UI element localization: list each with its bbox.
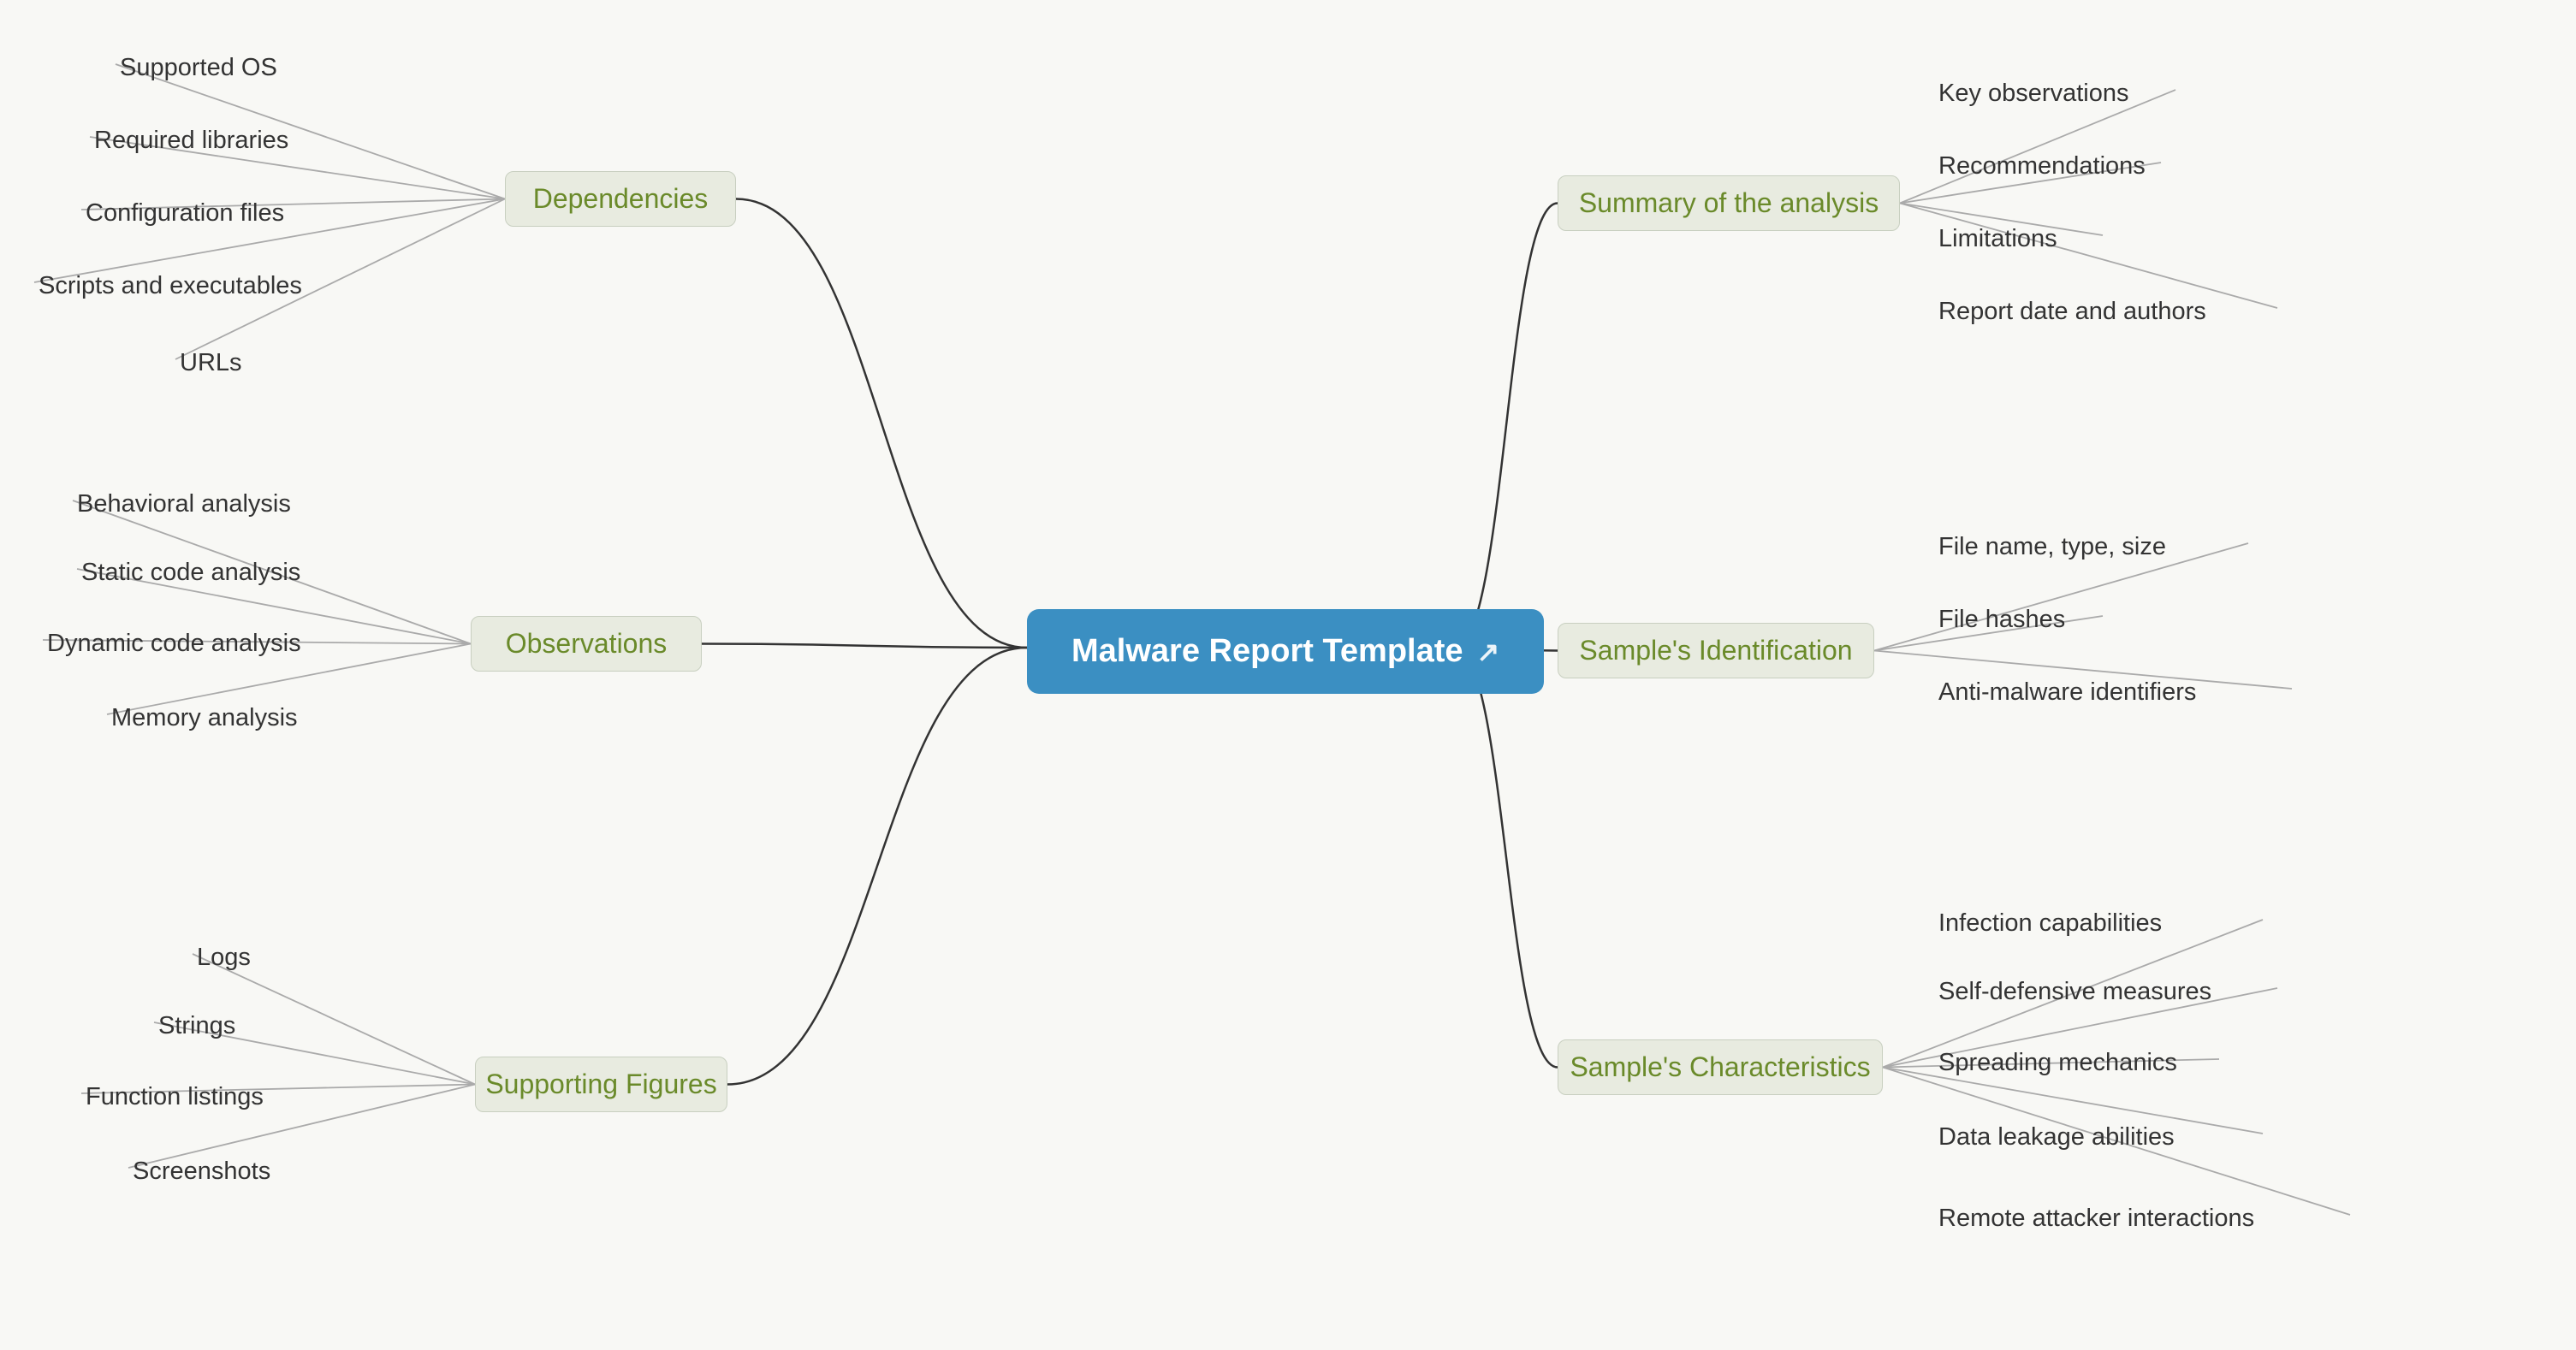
center-label: Malware Report Template: [1071, 633, 1463, 670]
leaf-dependencies-urls: URLs: [180, 342, 242, 384]
branch-dependencies[interactable]: Dependencies: [505, 171, 736, 227]
leaf-observations-dynamic-code-analysis: Dynamic code analysis: [47, 623, 301, 665]
branch-characteristics[interactable]: Sample's Characteristics: [1558, 1039, 1883, 1095]
leaf-characteristics-infection-capabilities: Infection capabilities: [1938, 903, 2162, 944]
mindmap-container: Malware Report Template ↗ Dependencies Su…: [0, 0, 2576, 1350]
branch-summary[interactable]: Summary of the analysis: [1558, 175, 1900, 231]
leaf-identification-anti-malware-identifiers: Anti-malware identifiers: [1938, 672, 2196, 713]
leaf-dependencies-configuration-files: Configuration files: [86, 192, 284, 234]
leaf-characteristics-remote-attacker-interactions: Remote attacker interactions: [1938, 1198, 2254, 1240]
leaf-dependencies-scripts-and-executables: Scripts and executables: [39, 265, 302, 307]
leaf-identification-file-name,-type,-size: File name, type, size: [1938, 526, 2166, 568]
leaf-supporting-figures-screenshots: Screenshots: [133, 1151, 270, 1193]
leaf-supporting-figures-logs: Logs: [197, 937, 251, 979]
leaf-supporting-figures-function-listings: Function listings: [86, 1076, 264, 1118]
leaf-summary-report-date-and-authors: Report date and authors: [1938, 291, 2206, 333]
branch-identification[interactable]: Sample's Identification: [1558, 623, 1874, 678]
leaf-summary-recommendations: Recommendations: [1938, 145, 2146, 187]
leaf-characteristics-self-defensive-measures: Self-defensive measures: [1938, 971, 2211, 1013]
leaf-supporting-figures-strings: Strings: [158, 1005, 235, 1047]
leaf-observations-static-code-analysis: Static code analysis: [81, 552, 300, 594]
leaf-dependencies-supported-os: Supported OS: [120, 47, 277, 89]
leaf-observations-behavioral-analysis: Behavioral analysis: [77, 483, 291, 525]
center-node[interactable]: Malware Report Template ↗: [1027, 609, 1544, 694]
leaf-identification-file-hashes: File hashes: [1938, 599, 2065, 641]
leaf-summary-limitations: Limitations: [1938, 218, 2057, 260]
leaf-characteristics-data-leakage-abilities: Data leakage abilities: [1938, 1116, 2175, 1158]
leaf-dependencies-required-libraries: Required libraries: [94, 120, 288, 162]
leaf-characteristics-spreading-mechanics: Spreading mechanics: [1938, 1042, 2177, 1084]
branch-observations[interactable]: Observations: [471, 616, 702, 672]
leaf-observations-memory-analysis: Memory analysis: [111, 697, 298, 739]
external-link-icon: ↗: [1477, 636, 1500, 668]
branch-supporting-figures[interactable]: Supporting Figures: [475, 1057, 727, 1112]
leaf-summary-key-observations: Key observations: [1938, 73, 2128, 115]
